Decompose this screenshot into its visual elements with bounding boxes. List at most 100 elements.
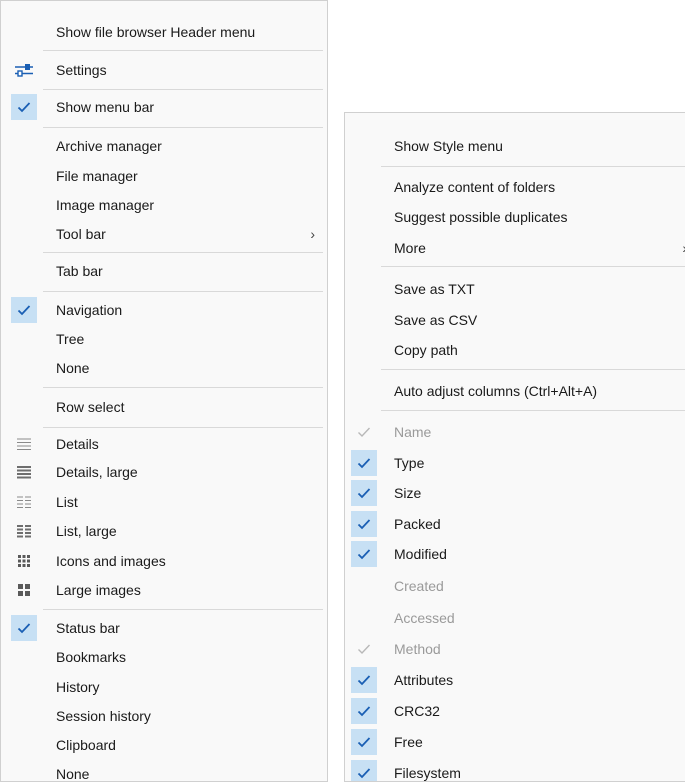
menu-item-label: File manager xyxy=(56,168,138,184)
menu-separator xyxy=(381,410,685,411)
menu-item-save-as-csv[interactable]: Save as CSV xyxy=(345,305,685,335)
menu-item-column-type[interactable]: Type xyxy=(345,448,685,478)
menu-item-label: Free xyxy=(394,734,423,750)
menu-item-label: Status bar xyxy=(56,620,120,636)
checkmark-icon xyxy=(351,698,377,724)
menu-item-none[interactable]: None xyxy=(1,353,327,383)
checkmark-icon xyxy=(11,94,37,120)
menu-item-label: Created xyxy=(394,578,444,594)
menu-item-column-crc32[interactable]: CRC32 xyxy=(345,696,685,726)
menu-item-column-packed[interactable]: Packed xyxy=(345,509,685,539)
menu-item-label: More xyxy=(394,240,426,256)
menu-item-file-manager[interactable]: File manager xyxy=(1,161,327,191)
checkmark-icon xyxy=(351,450,377,476)
chevron-right-icon: › xyxy=(310,226,315,242)
details-view-icon xyxy=(11,431,37,457)
menu-item-label: Clipboard xyxy=(56,737,116,753)
menu-item-label: None xyxy=(56,766,90,782)
menu-item-column-attributes[interactable]: Attributes xyxy=(345,665,685,695)
menu-separator xyxy=(43,50,323,51)
menu-item-details[interactable]: Details xyxy=(1,429,327,459)
menu-item-large-images[interactable]: Large images xyxy=(1,575,327,605)
checkmark-icon xyxy=(11,297,37,323)
menu-item-label: Large images xyxy=(56,582,141,598)
checkmark-icon xyxy=(351,667,377,693)
file-browser-header-menu: Show file browser Header menu Settings S… xyxy=(0,0,328,782)
menu-item-label: List, large xyxy=(56,523,117,539)
menu-item-label: Icons and images xyxy=(56,553,166,569)
menu-separator xyxy=(43,609,323,610)
menu-item-archive-manager[interactable]: Archive manager xyxy=(1,131,327,161)
menu-item-column-created[interactable]: Created xyxy=(345,571,685,601)
menu-item-label: Tool bar xyxy=(56,226,106,242)
menu-item-label: Size xyxy=(394,485,422,501)
menu-item-column-method[interactable]: Method xyxy=(345,634,685,664)
menu-item-icons-and-images[interactable]: Icons and images xyxy=(1,546,327,576)
menu-item-label: List xyxy=(56,494,78,510)
menu-item-label: Analyze content of folders xyxy=(394,179,556,195)
menu-item-label: History xyxy=(56,679,100,695)
menu-separator xyxy=(43,127,323,128)
menu-item-suggest-possible-duplicates[interactable]: Suggest possible duplicates xyxy=(345,202,685,232)
menu-item-tool-bar[interactable]: Tool bar › xyxy=(1,219,327,249)
menu-item-tab-bar[interactable]: Tab bar xyxy=(1,256,327,286)
menu-item-label: Tab bar xyxy=(56,263,103,279)
menu-item-show-style-menu[interactable]: Show Style menu xyxy=(345,131,685,161)
menu-item-label: Auto adjust columns (Ctrl+Alt+A) xyxy=(394,383,598,399)
menu-item-auto-adjust-columns[interactable]: Auto adjust columns (Ctrl+Alt+A) xyxy=(345,376,685,406)
menu-item-status-bar[interactable]: Status bar xyxy=(1,613,327,643)
menu-item-tree[interactable]: Tree xyxy=(1,324,327,354)
checkmark-icon xyxy=(351,541,377,567)
menu-item-label: Suggest possible duplicates xyxy=(394,209,568,225)
details-large-view-icon xyxy=(11,459,37,485)
menu-item-label: Bookmarks xyxy=(56,649,127,665)
menu-item-label: Method xyxy=(394,641,441,657)
menu-item-copy-path[interactable]: Copy path xyxy=(345,335,685,365)
menu-item-column-modified[interactable]: Modified xyxy=(345,539,685,569)
menu-item-label: Session history xyxy=(56,708,151,724)
menu-item-label: Show menu bar xyxy=(56,99,155,115)
menu-item-row-select[interactable]: Row select xyxy=(1,392,327,422)
menu-separator xyxy=(381,166,685,167)
menu-item-label: Packed xyxy=(394,516,441,532)
menu-item-analyze-content-of-folders[interactable]: Analyze content of folders xyxy=(345,172,685,202)
menu-item-label: None xyxy=(56,360,90,376)
menu-item-list-large[interactable]: List, large xyxy=(1,516,327,546)
menu-item-settings[interactable]: Settings xyxy=(1,55,327,85)
menu-item-show-file-browser-header-menu[interactable]: Show file browser Header menu xyxy=(1,17,327,47)
menu-item-session-history[interactable]: Session history xyxy=(1,701,327,731)
menu-separator xyxy=(381,266,685,267)
menu-item-label: Attributes xyxy=(394,672,454,688)
menu-item-label: Show file browser Header menu xyxy=(56,24,256,40)
checkmark-icon xyxy=(351,511,377,537)
menu-item-history[interactable]: History xyxy=(1,672,327,702)
menu-item-image-manager[interactable]: Image manager xyxy=(1,190,327,220)
menu-item-list[interactable]: List xyxy=(1,487,327,517)
menu-item-label: Show Style menu xyxy=(394,138,503,154)
menu-item-clipboard[interactable]: Clipboard xyxy=(1,730,327,760)
list-view-icon xyxy=(11,489,37,515)
menu-separator xyxy=(381,369,685,370)
menu-item-show-menu-bar[interactable]: Show menu bar xyxy=(1,92,327,122)
menu-item-column-free[interactable]: Free xyxy=(345,727,685,757)
menu-item-label: Details xyxy=(56,436,99,452)
menu-item-column-size[interactable]: Size xyxy=(345,478,685,508)
menu-item-label: Settings xyxy=(56,62,107,78)
large-images-grid-icon xyxy=(11,577,37,603)
menu-item-label: Row select xyxy=(56,399,125,415)
menu-item-label: CRC32 xyxy=(394,703,440,719)
menu-item-label: Name xyxy=(394,424,432,440)
menu-item-navigation[interactable]: Navigation xyxy=(1,295,327,325)
menu-item-column-accessed[interactable]: Accessed xyxy=(345,603,685,633)
menu-item-none-panel[interactable]: None xyxy=(1,759,327,782)
menu-item-bookmarks[interactable]: Bookmarks xyxy=(1,642,327,672)
menu-item-save-as-txt[interactable]: Save as TXT xyxy=(345,274,685,304)
menu-item-column-name[interactable]: Name xyxy=(345,417,685,447)
menu-separator xyxy=(43,291,323,292)
menu-item-column-filesystem[interactable]: Filesystem xyxy=(345,758,685,781)
menu-item-label: Navigation xyxy=(56,302,123,318)
menu-item-details-large[interactable]: Details, large xyxy=(1,457,327,487)
menu-separator xyxy=(43,252,323,253)
menu-item-more[interactable]: More › xyxy=(345,233,685,263)
menu-item-label: Details, large xyxy=(56,464,138,480)
